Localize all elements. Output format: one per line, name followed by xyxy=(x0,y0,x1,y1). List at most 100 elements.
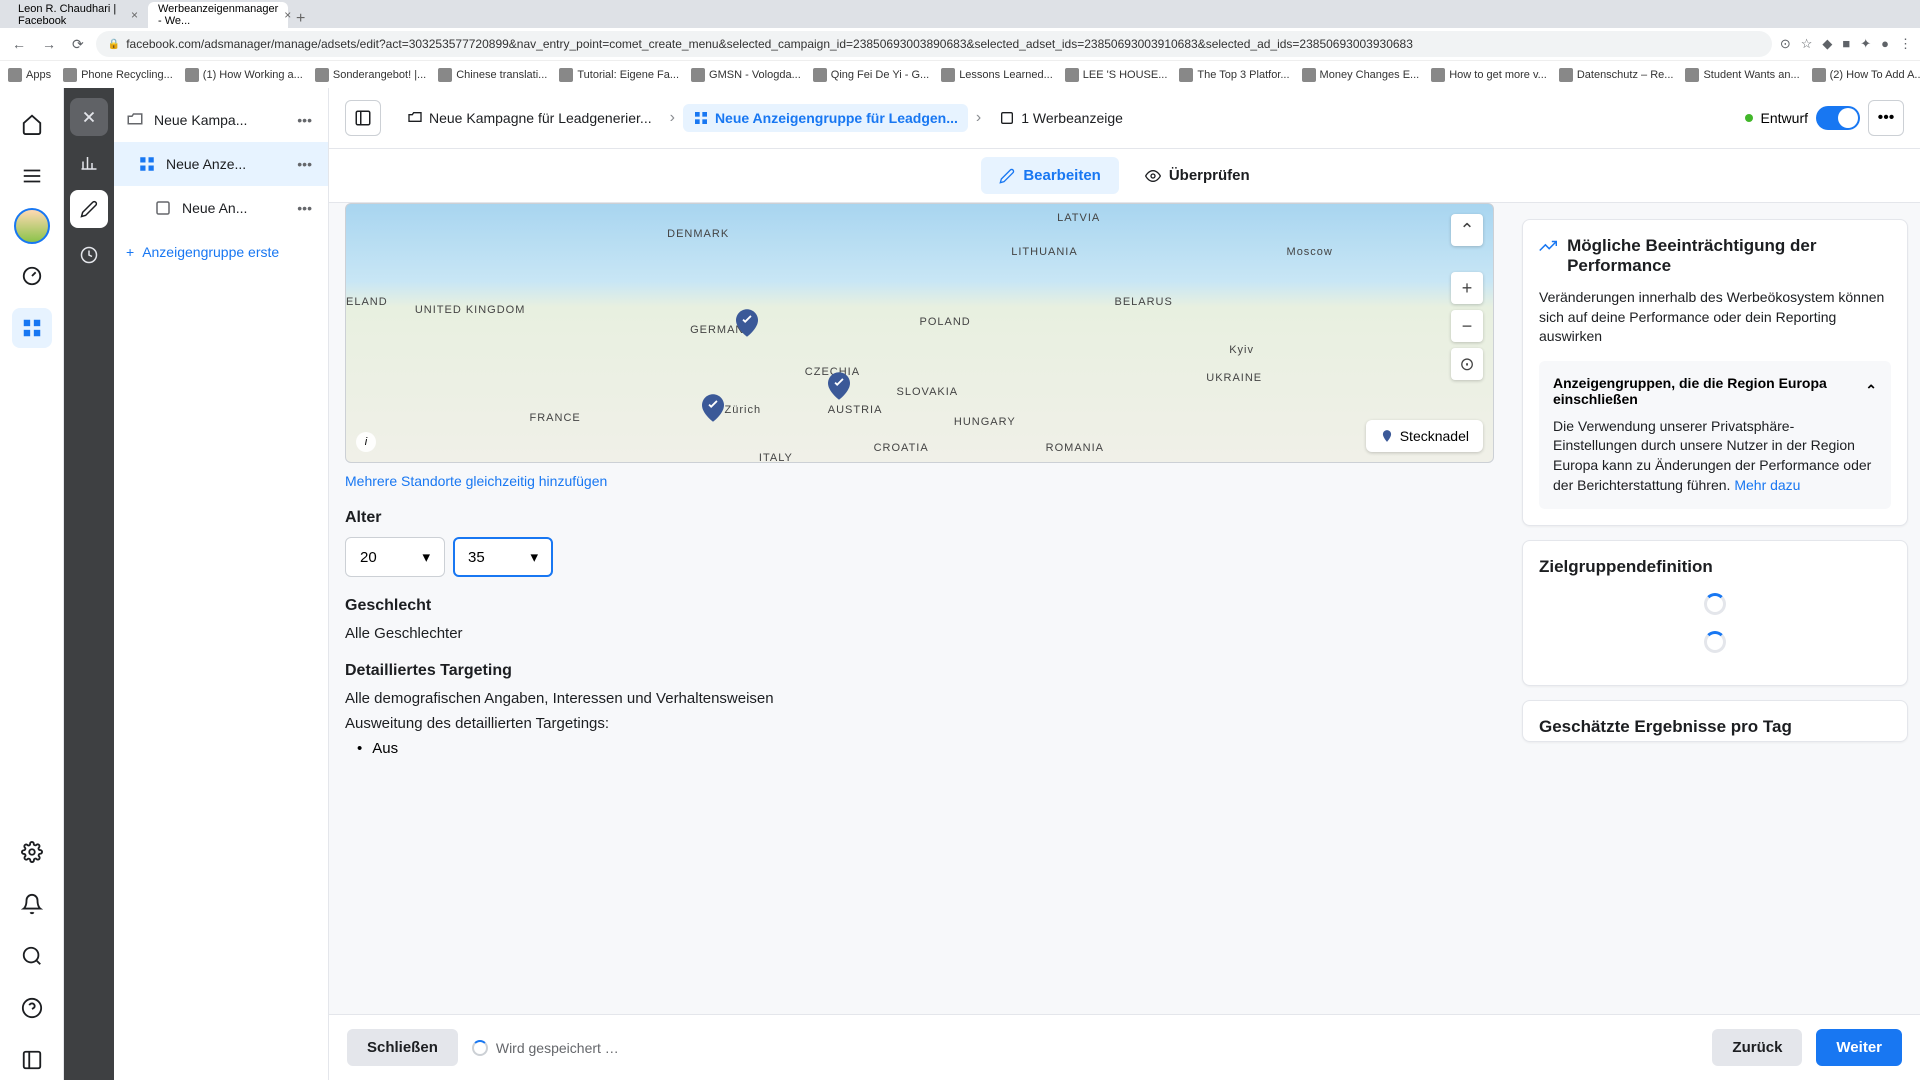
chevron-up-icon[interactable]: ⌃ xyxy=(1451,214,1483,246)
bookmark[interactable]: How to get more v... xyxy=(1431,68,1547,82)
back-icon[interactable]: ← xyxy=(8,32,30,56)
bookmark[interactable]: Sonderangebot! |... xyxy=(315,68,426,82)
region-toggle[interactable]: Anzeigengruppen, die die Region Europa e… xyxy=(1553,375,1877,407)
gear-icon[interactable] xyxy=(12,832,52,872)
gender-label: Geschlecht xyxy=(345,597,1494,615)
profile-icon[interactable]: ● xyxy=(1881,36,1889,52)
status-toggle[interactable] xyxy=(1816,106,1860,130)
more-icon[interactable]: ••• xyxy=(293,108,316,132)
map-pin-icon[interactable] xyxy=(736,309,758,337)
chevron-right-icon: › xyxy=(670,109,675,127)
back-button[interactable]: Zurück xyxy=(1712,1029,1802,1066)
bookmark[interactable]: (2) How To Add A... xyxy=(1812,68,1920,82)
browser-tab-1[interactable]: Leon R. Chaudhari | Facebook× xyxy=(8,2,148,28)
learn-more-link[interactable]: Mehr dazu xyxy=(1734,477,1800,493)
bookmark[interactable]: Datenschutz – Re... xyxy=(1559,68,1674,82)
location-map[interactable]: LATVIA DENMARK LITHUANIA Moscow ELAND UN… xyxy=(345,203,1494,463)
drop-pin-button[interactable]: Stecknadel xyxy=(1366,420,1483,452)
bookmark[interactable]: The Top 3 Platfor... xyxy=(1179,68,1289,82)
map-label: UKRAINE xyxy=(1206,372,1262,384)
tree-ad[interactable]: Neue An... ••• xyxy=(114,186,328,230)
grid-icon[interactable] xyxy=(12,308,52,348)
panel-toggle-button[interactable] xyxy=(345,100,381,136)
bookmark[interactable]: Tutorial: Eigene Fa... xyxy=(559,68,679,82)
help-icon[interactable] xyxy=(12,988,52,1028)
browser-tab-2[interactable]: Werbeanzeigenmanager - We...× xyxy=(148,2,288,28)
tree-adset[interactable]: Neue Anze... ••• xyxy=(114,142,328,186)
map-label: Kyiv xyxy=(1229,344,1254,356)
zoom-out-button[interactable]: − xyxy=(1451,310,1483,342)
tab-review[interactable]: Überprüfen xyxy=(1127,157,1268,194)
estimate-title: Geschätzte Ergebnisse pro Tag xyxy=(1539,717,1792,737)
bookmark[interactable]: GMSN - Vologda... xyxy=(691,68,801,82)
estimate-card: Geschätzte Ergebnisse pro Tag xyxy=(1522,700,1908,742)
tree-label: Neue Anze... xyxy=(166,156,283,172)
avatar[interactable] xyxy=(14,208,50,244)
side-column: Mögliche Beeinträchtigung der Performanc… xyxy=(1510,203,1920,1014)
map-controls: ⌃ + − ⊙ xyxy=(1451,214,1483,380)
url-bar[interactable]: 🔒facebook.com/adsmanager/manage/adsets/e… xyxy=(96,31,1772,57)
campaign-tree: Neue Kampa... ••• Neue Anze... ••• Neue … xyxy=(114,88,329,1080)
forward-icon[interactable]: → xyxy=(38,32,60,56)
search-icon[interactable] xyxy=(12,936,52,976)
map-pin-icon[interactable] xyxy=(702,394,724,422)
tree-campaign[interactable]: Neue Kampa... ••• xyxy=(114,98,328,142)
map-label: Moscow xyxy=(1287,246,1333,258)
map-label: ROMANIA xyxy=(1046,442,1104,454)
home-icon[interactable] xyxy=(12,104,52,144)
locate-icon[interactable]: ⊙ xyxy=(1451,348,1483,380)
age-min-select[interactable]: 20▾ xyxy=(345,537,445,577)
bookmark[interactable]: Lessons Learned... xyxy=(941,68,1053,82)
tree-label: Neue An... xyxy=(182,200,283,216)
close-icon[interactable] xyxy=(70,98,108,136)
gauge-icon[interactable] xyxy=(12,256,52,296)
breadcrumb-adset[interactable]: Neue Anzeigengruppe für Leadgen... xyxy=(683,104,968,132)
breadcrumb-campaign[interactable]: Neue Kampagne für Leadgenerier... xyxy=(397,104,662,132)
bookmark[interactable]: Chinese translati... xyxy=(438,68,547,82)
audience-card: Zielgruppendefinition xyxy=(1522,540,1908,686)
reload-icon[interactable]: ⟳ xyxy=(68,32,88,57)
map-label: LITHUANIA xyxy=(1011,246,1077,258)
ext-icon-2[interactable]: ■ xyxy=(1842,36,1850,52)
apps-icon xyxy=(8,68,22,82)
add-adset-button[interactable]: + Anzeigengruppe erste xyxy=(114,230,328,274)
performance-card: Mögliche Beeinträchtigung der Performanc… xyxy=(1522,219,1908,526)
bookmark[interactable]: LEE 'S HOUSE... xyxy=(1065,68,1168,82)
map-label: BELARUS xyxy=(1114,296,1172,308)
bookmark[interactable]: Apps xyxy=(8,68,51,82)
tab-edit[interactable]: Bearbeiten xyxy=(981,157,1119,194)
collapse-icon[interactable] xyxy=(12,1040,52,1080)
chart-icon[interactable] xyxy=(70,144,108,182)
star-icon[interactable]: ☆ xyxy=(1801,36,1813,52)
more-button[interactable]: ••• xyxy=(1868,100,1904,136)
map-pin-icon[interactable] xyxy=(828,372,850,400)
more-icon[interactable]: ••• xyxy=(293,152,316,176)
zoom-in-button[interactable]: + xyxy=(1451,272,1483,304)
bell-icon[interactable] xyxy=(12,884,52,924)
map-label: AUSTRIA xyxy=(828,404,883,416)
bookmark[interactable]: Qing Fei De Yi - G... xyxy=(813,68,929,82)
search-icon[interactable]: ⊙ xyxy=(1780,36,1791,52)
map-label: UNITED KINGDOM xyxy=(415,304,526,316)
clock-icon[interactable] xyxy=(70,236,108,274)
bookmark[interactable]: Student Wants an... xyxy=(1685,68,1799,82)
menu-icon[interactable]: ⋮ xyxy=(1899,36,1912,52)
info-icon[interactable]: i xyxy=(356,432,376,452)
age-max-select[interactable]: 35▾ xyxy=(453,537,553,577)
ext-icon-1[interactable]: ◆ xyxy=(1822,36,1832,52)
more-icon[interactable]: ••• xyxy=(293,196,316,220)
puzzle-icon[interactable]: ✦ xyxy=(1860,36,1871,52)
breadcrumb-ad[interactable]: 1 Werbeanzeige xyxy=(989,104,1133,132)
next-button[interactable]: Weiter xyxy=(1816,1029,1902,1066)
bookmark[interactable]: (1) How Working a... xyxy=(185,68,303,82)
lock-icon: 🔒 xyxy=(108,39,120,50)
menu-icon[interactable] xyxy=(12,156,52,196)
close-button[interactable]: Schließen xyxy=(347,1029,458,1066)
pencil-icon[interactable] xyxy=(70,190,108,228)
bookmark[interactable]: Phone Recycling... xyxy=(63,68,173,82)
add-multiple-locations-link[interactable]: Mehrere Standorte gleichzeitig hinzufüge… xyxy=(345,473,1494,489)
bookmark[interactable]: Money Changes E... xyxy=(1302,68,1420,82)
new-tab-button[interactable]: + xyxy=(288,10,313,28)
global-nav xyxy=(0,88,64,1080)
close-icon[interactable]: × xyxy=(131,8,138,22)
